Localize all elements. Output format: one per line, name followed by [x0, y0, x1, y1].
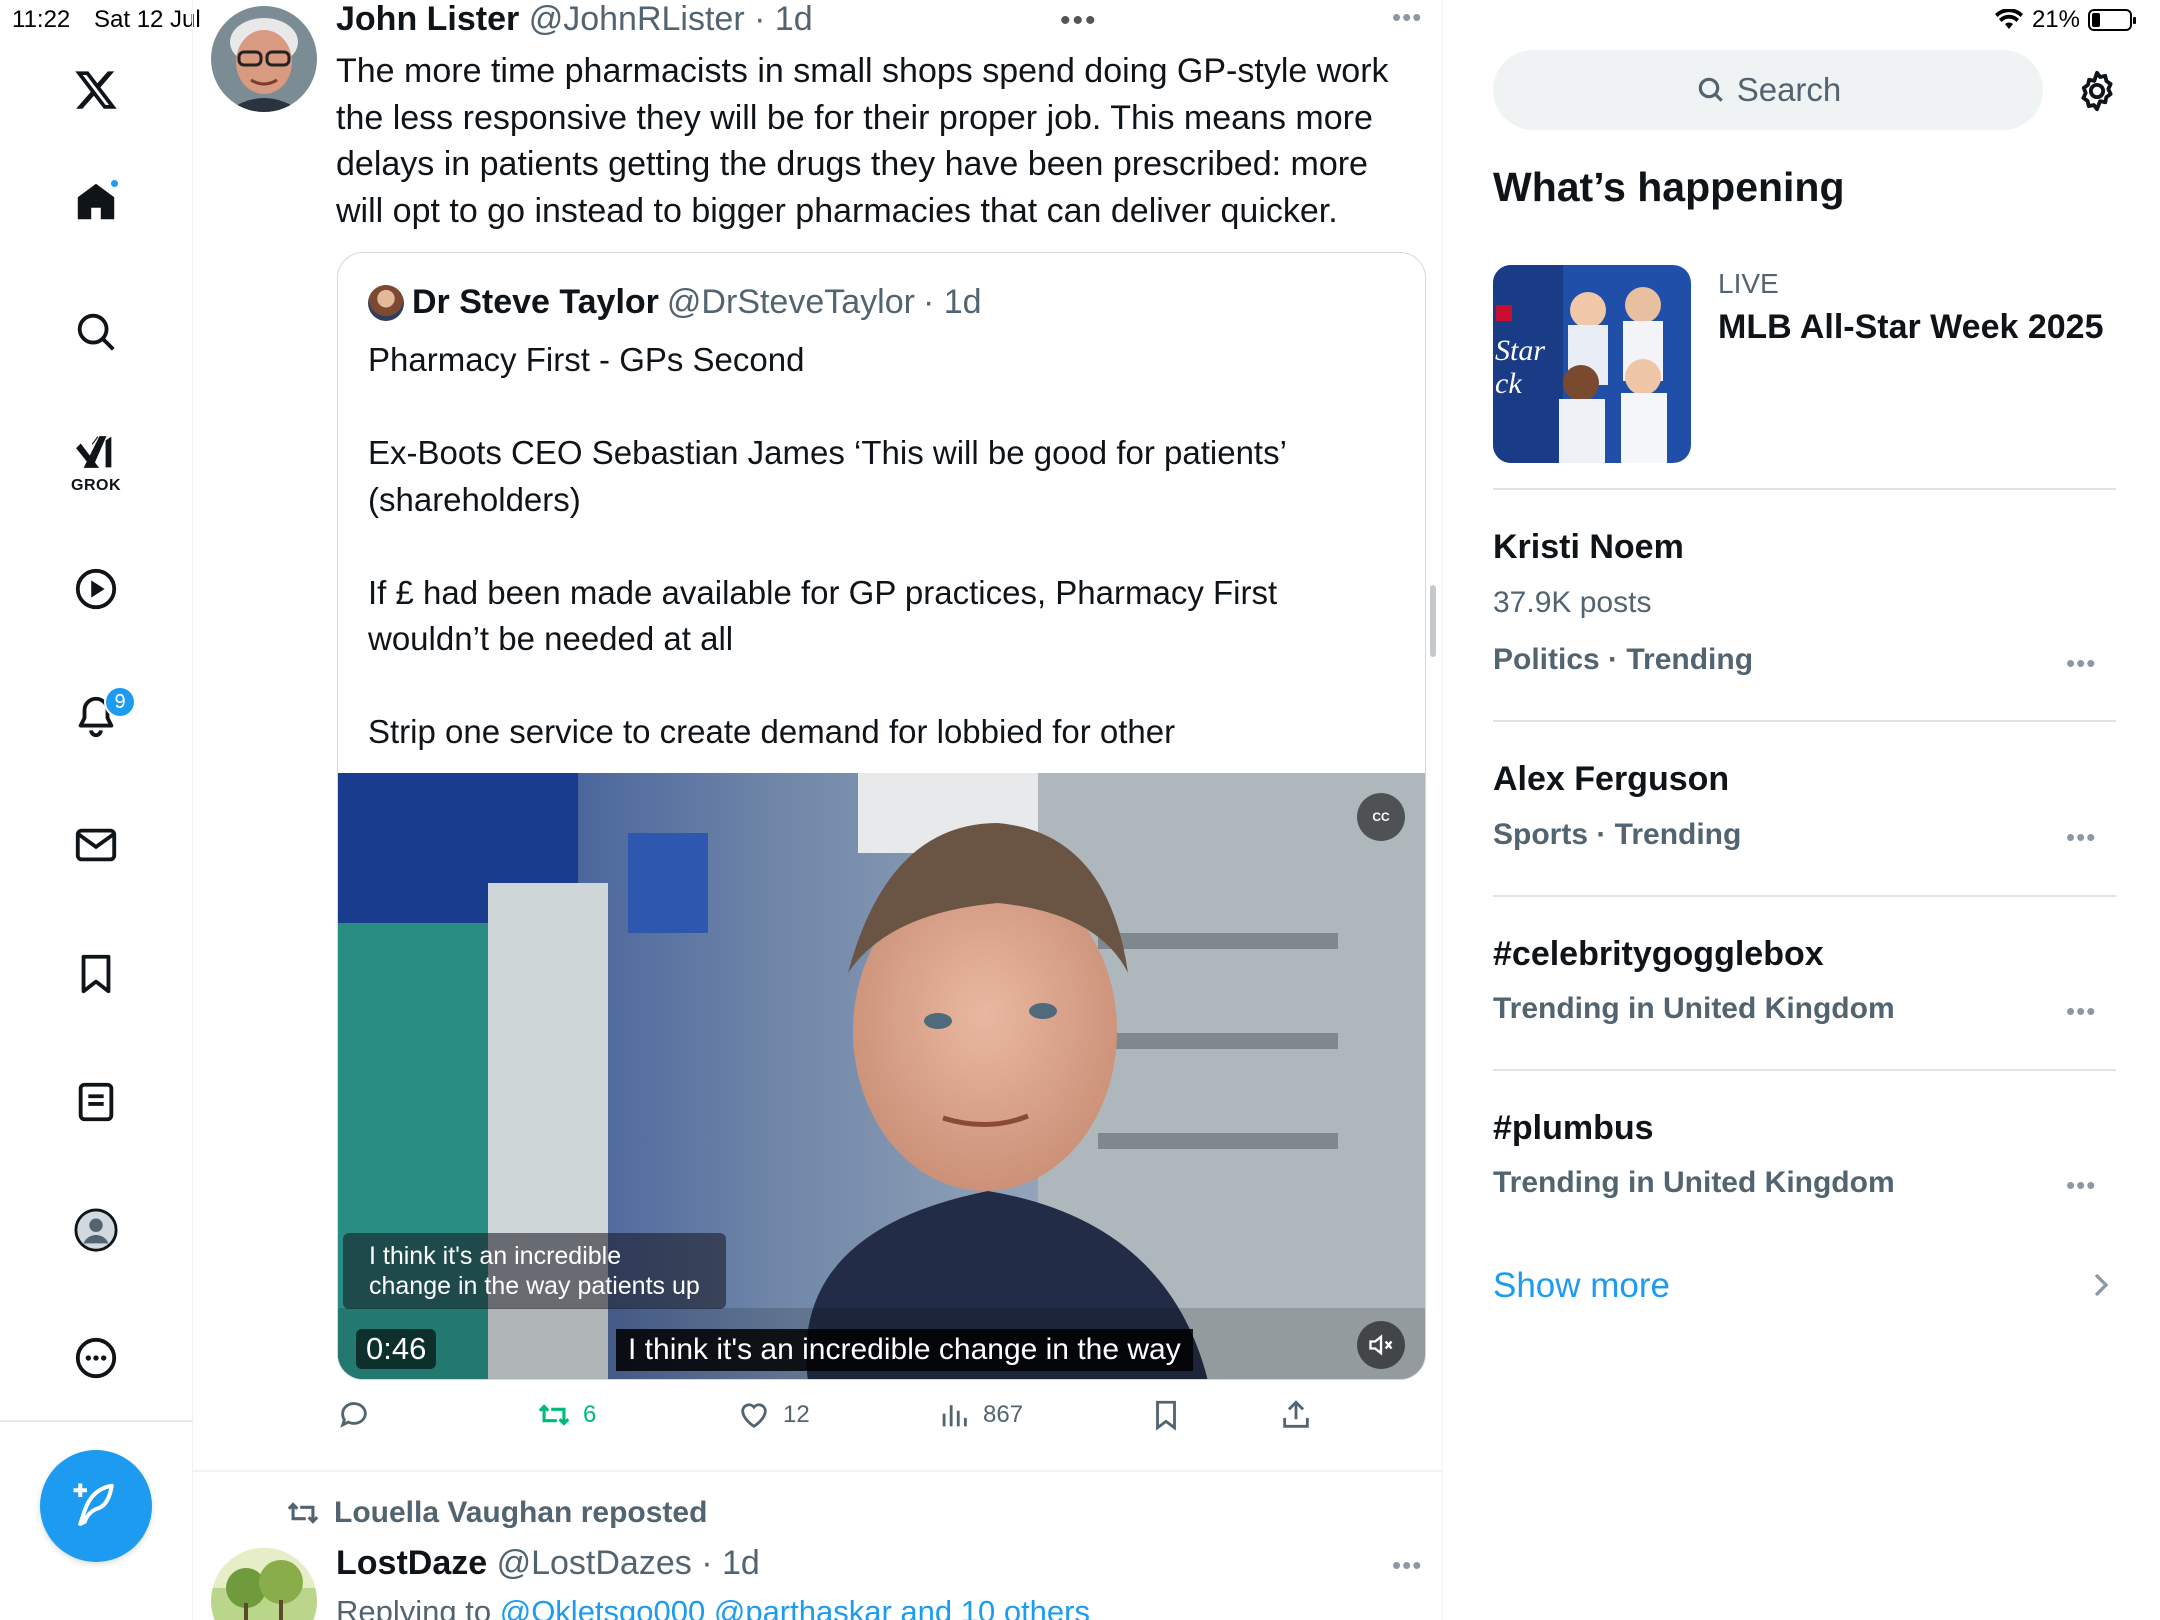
notification-badge: 9: [104, 686, 136, 718]
video-duration: 0:46: [356, 1329, 437, 1369]
tweet-text: The more time pharmacists in small shops…: [336, 52, 1389, 230]
captions-icon[interactable]: CC: [1357, 793, 1405, 841]
quote-author-name[interactable]: Dr Steve Taylor: [412, 283, 659, 322]
john-lister-avatar[interactable]: [211, 6, 317, 112]
tweet-author-name[interactable]: John Lister: [336, 0, 519, 38]
status-right: 21%: [1994, 6, 2136, 34]
search-placeholder: Search: [1736, 71, 1842, 108]
x-logo-icon[interactable]: [70, 64, 122, 116]
search-icon: [1698, 77, 1723, 102]
grok-label: GROK: [71, 477, 121, 494]
battery-percent: 21%: [2031, 6, 2080, 33]
trend-divider: [1493, 720, 2116, 722]
replying-prefix: Replying to: [336, 1594, 500, 1620]
bookmark-button[interactable]: [1149, 1398, 1183, 1432]
bookmarks-icon[interactable]: [70, 948, 122, 1000]
trend-title[interactable]: #plumbus: [1493, 1109, 1654, 1148]
trend-more-icon[interactable]: •••: [2066, 996, 2096, 1027]
event-title[interactable]: MLB All-Star Week 2025: [1718, 308, 2103, 347]
quote-header: Dr Steve Taylor @DrSteveTaylor · 1d: [368, 283, 982, 322]
views-icon: [942, 1405, 967, 1427]
quote-author-handle[interactable]: @DrSteveTaylor: [667, 283, 915, 322]
trend-divider: [1493, 488, 2116, 490]
tweet-author-handle[interactable]: @JohnRLister: [529, 0, 745, 38]
repost-icon: [287, 1502, 319, 1524]
nav-divider: [0, 1420, 193, 1422]
mute-icon[interactable]: [1357, 1321, 1405, 1369]
trend-category: Trending in United Kingdom: [1493, 1166, 1895, 1199]
reply-button[interactable]: [337, 1398, 371, 1432]
mlb-event-image[interactable]: Star ck: [1493, 265, 1691, 463]
tweet-divider: [193, 1470, 1443, 1472]
heart-icon: [741, 1403, 767, 1429]
show-more-link[interactable]: Show more: [1493, 1266, 1670, 1306]
search-input[interactable]: Search: [1493, 50, 2043, 130]
whats-happening-title: What’s happening: [1493, 164, 1845, 210]
retweet-icon: [538, 1404, 570, 1426]
trend-post-count: 37.9K posts: [1493, 586, 1652, 619]
video-subtitle: I think it's an incredible change in the…: [343, 1233, 726, 1309]
reply-icon: [340, 1402, 367, 1428]
next-tweet-more-icon[interactable]: •••: [1392, 1550, 1422, 1581]
home-unread-dot: [109, 178, 120, 189]
views-button[interactable]: 867: [937, 1398, 1023, 1432]
replying-to-links[interactable]: @Okletsgo000 @parthaskar and 10 others: [500, 1594, 1090, 1620]
scroll-indicator[interactable]: [1430, 585, 1436, 657]
wifi-icon: [1994, 9, 2023, 29]
event-status: LIVE: [1718, 268, 1779, 299]
tweet-time: · 1d: [754, 0, 813, 38]
quote-author-avatar[interactable]: [368, 284, 404, 321]
compose-icon: [73, 1483, 114, 1527]
tweet-actions: 6 12 867: [337, 1398, 1337, 1446]
next-tweet-author-line: LostDaze @LostDazes · 1d: [336, 1544, 760, 1583]
quoted-tweet[interactable]: Dr Steve Taylor @DrSteveTaylor · 1d Phar…: [337, 252, 1426, 1380]
home-icon[interactable]: [70, 176, 122, 228]
left-nav: GROK 9: [0, 0, 193, 1620]
chevron-right-icon: [2094, 1273, 2109, 1297]
share-button[interactable]: [1279, 1398, 1313, 1432]
share-icon: [1283, 1400, 1309, 1428]
video-player[interactable]: CC I think it's an incredible change in …: [338, 773, 1425, 1379]
trend-category: Trending in United Kingdom: [1493, 992, 1895, 1025]
grok-icon[interactable]: [70, 426, 122, 478]
next-tweet-author-handle[interactable]: @LostDazes: [497, 1544, 692, 1582]
trend-more-icon[interactable]: •••: [2066, 1170, 2096, 1201]
trend-title[interactable]: Kristi Noem: [1493, 528, 1684, 567]
trend-more-icon[interactable]: •••: [2066, 648, 2096, 679]
like-button[interactable]: 12: [737, 1398, 810, 1432]
trend-title[interactable]: #celebritygogglebox: [1493, 935, 1824, 974]
search-icon[interactable]: [70, 306, 122, 358]
profile-icon[interactable]: [70, 1204, 122, 1256]
trend-category: Politics · Trending: [1493, 643, 1754, 676]
bookmark-icon: [1156, 1400, 1176, 1431]
messages-icon[interactable]: [70, 819, 122, 871]
battery-icon: [2088, 9, 2136, 31]
retweet-count: 6: [583, 1401, 597, 1428]
trend-category: Sports · Trending: [1493, 818, 1742, 851]
like-count: 12: [783, 1401, 810, 1428]
quote-time: · 1d: [922, 283, 982, 321]
views-count: 867: [983, 1401, 1024, 1428]
more-icon[interactable]: [70, 1332, 122, 1384]
repost-indicator[interactable]: Louella Vaughan reposted: [286, 1496, 707, 1530]
trend-divider: [1493, 1069, 2116, 1071]
svg-text:ck: ck: [1495, 367, 1522, 400]
video-icon[interactable]: [70, 563, 122, 615]
lists-icon[interactable]: [70, 1076, 122, 1128]
reposted-by: Louella Vaughan reposted: [334, 1496, 708, 1529]
compose-button[interactable]: [40, 1450, 152, 1562]
trend-title[interactable]: Alex Ferguson: [1493, 760, 1729, 799]
quote-text: Pharmacy First - GPs Second Ex-Boots CEO…: [368, 341, 1286, 750]
next-tweet-author-name[interactable]: LostDaze: [336, 1544, 487, 1582]
trend-more-icon[interactable]: •••: [2066, 822, 2096, 853]
svg-text:Star: Star: [1495, 334, 1545, 367]
next-tweet-time: · 1d: [701, 1544, 760, 1582]
tweet-author-line: John Lister @JohnRLister · 1d: [336, 0, 813, 39]
tweet-more-icon[interactable]: •••: [1392, 2, 1422, 33]
retweet-button[interactable]: 6: [537, 1398, 596, 1432]
trend-divider: [1493, 895, 2116, 897]
settings-gear-icon[interactable]: [2074, 68, 2120, 114]
replying-to-line: Replying to @Okletsgo000 @parthaskar and…: [336, 1594, 1090, 1620]
video-caption: I think it's an incredible change in the…: [616, 1329, 1193, 1371]
